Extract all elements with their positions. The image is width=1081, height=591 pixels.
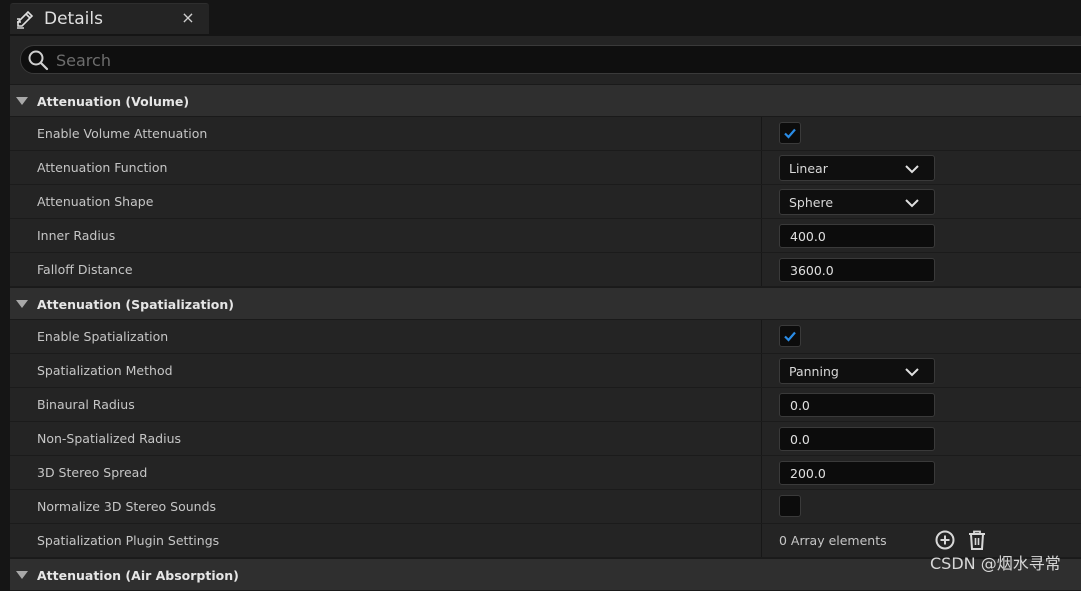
watermark: CSDN @烟水寻常 (930, 554, 1061, 573)
attenuation-shape-dropdown[interactable]: Sphere (779, 189, 935, 215)
property-row-attenuation-function: Attenuation Function Linear (10, 151, 1081, 185)
column-divider[interactable] (761, 524, 762, 557)
checkmark-icon (784, 128, 796, 139)
tab-bar: Details × (0, 0, 1081, 36)
property-label: Spatialization Method (37, 363, 173, 378)
property-row-attenuation-shape: Attenuation Shape Sphere (10, 185, 1081, 219)
property-label: Attenuation Shape (37, 194, 154, 209)
normalize-stereo-checkbox[interactable] (779, 495, 801, 517)
column-divider[interactable] (761, 490, 762, 523)
chevron-down-icon (905, 368, 919, 377)
add-circle-icon[interactable] (933, 528, 957, 552)
property-row-normalize-3d-stereo: Normalize 3D Stereo Sounds (10, 490, 1081, 524)
property-label: Inner Radius (37, 228, 116, 243)
column-divider[interactable] (761, 388, 762, 421)
tab-title: Details (44, 9, 103, 29)
column-divider[interactable] (761, 253, 762, 286)
section-header-air-absorption[interactable]: Attenuation (Air Absorption) (10, 558, 1081, 591)
property-label: 3D Stereo Spread (37, 465, 148, 480)
close-icon[interactable]: × (180, 9, 196, 27)
chevron-down-icon (905, 165, 919, 174)
chevron-down-icon (905, 199, 919, 208)
dropdown-value: Sphere (789, 195, 834, 210)
dropdown-value: Linear (789, 161, 828, 176)
inner-radius-input[interactable]: 400.0 (779, 224, 935, 248)
property-row-non-spatialized-radius: Non-Spatialized Radius 0.0 (10, 422, 1081, 456)
spatialization-method-dropdown[interactable]: Panning (779, 358, 935, 384)
property-label: Enable Spatialization (37, 329, 169, 344)
column-divider[interactable] (761, 422, 762, 455)
property-label: Binaural Radius (37, 397, 135, 412)
attenuation-function-dropdown[interactable]: Linear (779, 155, 935, 181)
checkmark-icon (784, 331, 796, 342)
column-divider[interactable] (761, 219, 762, 252)
trash-icon[interactable] (965, 528, 989, 552)
column-divider[interactable] (761, 320, 762, 353)
expand-arrow-icon[interactable] (16, 300, 28, 308)
binaural-radius-input[interactable]: 0.0 (779, 393, 935, 417)
property-label: Falloff Distance (37, 262, 133, 277)
property-label: Non-Spatialized Radius (37, 431, 182, 446)
property-label: Enable Volume Attenuation (37, 126, 208, 141)
column-divider[interactable] (761, 185, 762, 218)
dropdown-value: Panning (789, 364, 839, 379)
column-divider[interactable] (761, 117, 762, 150)
property-list: Attenuation (Volume) Enable Volume Atten… (10, 84, 1081, 591)
search-icon (28, 50, 49, 71)
section-header-volume[interactable]: Attenuation (Volume) (10, 84, 1081, 117)
array-count: 0 Array elements (779, 533, 887, 548)
enable-volume-attenuation-checkbox[interactable] (779, 122, 801, 144)
property-label: Spatialization Plugin Settings (37, 533, 220, 548)
property-row-enable-spatialization: Enable Spatialization (10, 320, 1081, 354)
expand-arrow-icon[interactable] (16, 571, 28, 579)
expand-arrow-icon[interactable] (16, 97, 28, 105)
column-divider[interactable] (761, 354, 762, 387)
search-bar (20, 45, 1081, 74)
property-row-inner-radius: Inner Radius 400.0 (10, 219, 1081, 253)
property-row-spatialization-plugin-settings: Spatialization Plugin Settings 0 Array e… (10, 524, 1081, 558)
non-spatialized-radius-input[interactable]: 0.0 (779, 427, 935, 451)
property-row-binaural-radius: Binaural Radius 0.0 (10, 388, 1081, 422)
property-label: Normalize 3D Stereo Sounds (37, 499, 217, 514)
property-row-falloff-distance: Falloff Distance 3600.0 (10, 253, 1081, 287)
section-title: Attenuation (Spatialization) (37, 297, 234, 312)
section-title: Attenuation (Volume) (37, 94, 190, 109)
falloff-distance-input[interactable]: 3600.0 (779, 258, 935, 282)
column-divider[interactable] (761, 151, 762, 184)
search-input[interactable] (56, 48, 956, 72)
tab-details[interactable]: Details × (10, 3, 209, 34)
property-label: Attenuation Function (37, 160, 168, 175)
section-header-spatialization[interactable]: Attenuation (Spatialization) (10, 287, 1081, 320)
section-title: Attenuation (Air Absorption) (37, 568, 239, 583)
column-divider[interactable] (761, 456, 762, 489)
property-row-spatialization-method: Spatialization Method Panning (10, 354, 1081, 388)
enable-spatialization-checkbox[interactable] (779, 325, 801, 347)
property-row-3d-stereo-spread: 3D Stereo Spread 200.0 (10, 456, 1081, 490)
property-row-enable-volume-attenuation: Enable Volume Attenuation (10, 117, 1081, 151)
stereo-spread-input[interactable]: 200.0 (779, 461, 935, 485)
pencil-icon (17, 10, 34, 29)
details-panel: Attenuation (Volume) Enable Volume Atten… (10, 36, 1081, 591)
